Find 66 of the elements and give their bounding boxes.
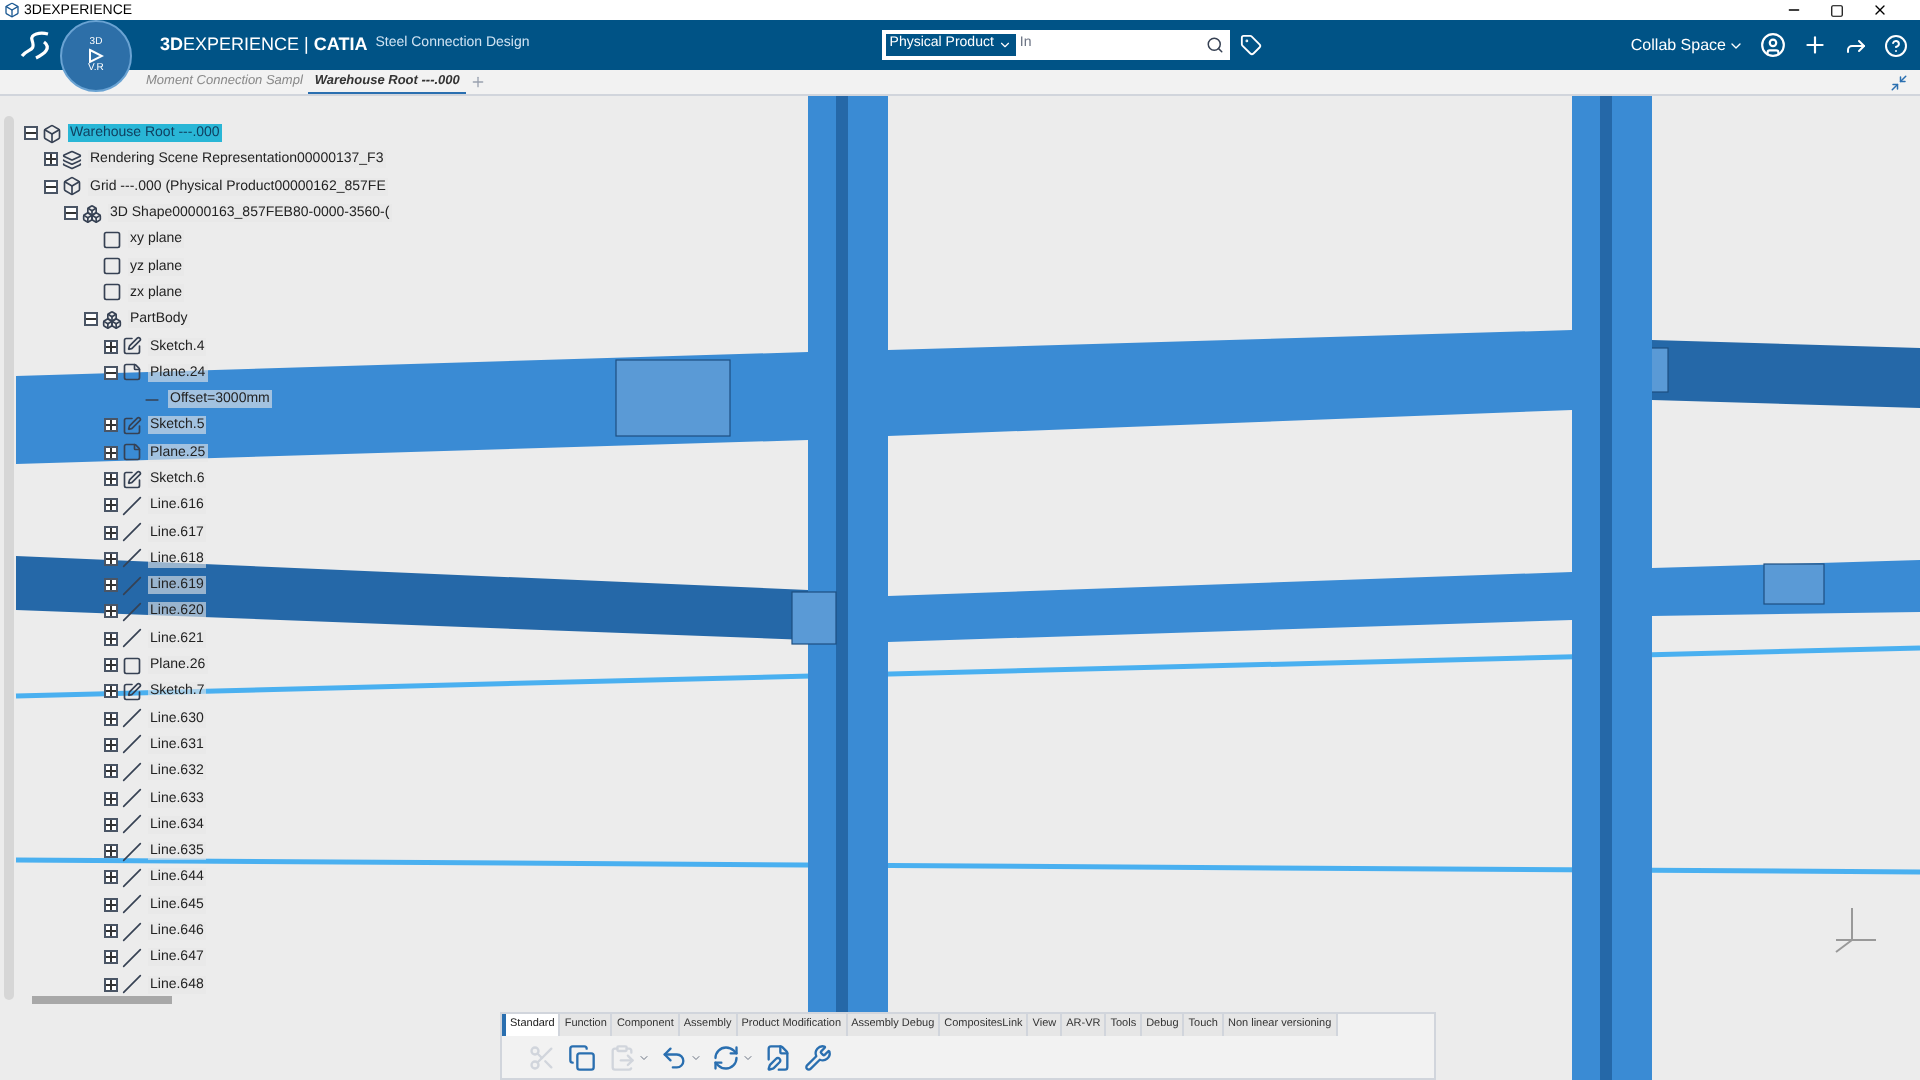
expand-icon[interactable]	[104, 578, 118, 593]
sketch-icon	[122, 415, 142, 436]
tag-icon[interactable]	[1239, 34, 1262, 56]
line-icon	[122, 841, 142, 862]
collapse-icon[interactable]	[24, 126, 38, 141]
sketch-icon	[122, 336, 142, 357]
body-icon	[102, 309, 122, 330]
tool-button[interactable]	[566, 1041, 598, 1073]
expand-icon[interactable]	[104, 950, 118, 965]
horizontal-scrollbar[interactable]	[32, 996, 172, 1004]
line-icon	[122, 867, 142, 888]
expand-icon[interactable]	[104, 498, 118, 513]
expand-icon[interactable]	[104, 870, 118, 885]
collapse-icon[interactable]	[84, 312, 98, 327]
maximize-icon[interactable]	[1830, 3, 1844, 17]
close-icon[interactable]	[1872, 2, 1888, 18]
line-icon	[122, 548, 142, 569]
line-icon	[122, 601, 142, 622]
product-icon	[62, 176, 82, 197]
search-icon[interactable]	[1205, 36, 1224, 54]
plane-icon	[102, 282, 122, 303]
expand-icon[interactable]	[104, 418, 118, 433]
shape-icon	[82, 203, 102, 224]
line-icon	[122, 734, 142, 755]
expand-icon[interactable]	[104, 764, 118, 779]
plane-icon	[122, 655, 142, 676]
app-icon	[4, 2, 20, 18]
line-icon	[122, 575, 142, 596]
collab-space-menu[interactable]: Collab Space	[1630, 33, 1744, 57]
sketch-icon	[122, 681, 142, 702]
tool-button[interactable]	[802, 1041, 834, 1073]
expand-icon[interactable]	[104, 924, 118, 939]
caret-icon	[997, 38, 1012, 52]
collapse-icon[interactable]	[64, 206, 78, 221]
line-icon	[122, 921, 142, 942]
line-icon	[122, 761, 142, 782]
vertical-scrollbar[interactable]	[4, 116, 14, 1000]
play-icon	[88, 48, 104, 64]
plus-icon[interactable]	[1802, 32, 1828, 58]
line-icon	[122, 708, 142, 729]
line-icon	[122, 628, 142, 649]
line-icon	[122, 522, 142, 543]
help-icon[interactable]	[1884, 33, 1908, 57]
tool-button[interactable]	[658, 1041, 690, 1073]
line-icon	[122, 788, 142, 809]
line-icon	[122, 495, 142, 516]
brand-title: 3DEXPERIENCE | CATIA	[160, 31, 368, 58]
tool-button[interactable]	[710, 1041, 742, 1073]
line-icon	[122, 947, 142, 968]
line-icon	[122, 814, 142, 835]
axis-icon	[1835, 907, 1877, 953]
plane-icon	[102, 256, 122, 277]
product-icon	[42, 123, 62, 144]
expand-icon[interactable]	[104, 658, 118, 673]
scene-icon	[62, 149, 82, 170]
sketch-icon	[122, 469, 142, 489]
user-icon[interactable]	[1760, 32, 1786, 58]
plane-icon	[102, 229, 122, 250]
expand-icon[interactable]	[104, 604, 118, 619]
tool-button[interactable]	[762, 1041, 794, 1073]
expand-icon[interactable]	[104, 844, 118, 859]
line-icon	[122, 894, 142, 915]
expand-icon[interactable]	[44, 152, 58, 167]
line-icon	[122, 974, 142, 995]
expand-icon[interactable]	[104, 684, 118, 699]
expand-icon[interactable]	[104, 472, 118, 486]
